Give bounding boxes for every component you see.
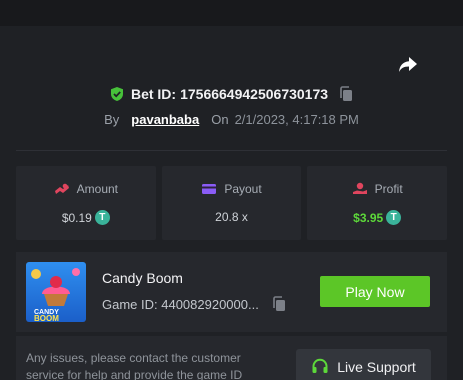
stat-profit: Profit $3.95 T — [307, 166, 448, 240]
game-card: CANDY BOOM Candy Boom Game ID: 440082920… — [16, 252, 447, 332]
support-text: Any issues, please contact the customer … — [26, 351, 243, 380]
game-logo-text-2: BOOM — [34, 314, 59, 322]
stats-row: Amount $0.19 T Payout 20.8 x Profit $3.9… — [16, 166, 448, 240]
share-button[interactable] — [396, 53, 420, 77]
amount-icon — [54, 182, 70, 196]
copy-bet-id-icon[interactable] — [338, 86, 354, 102]
stat-amount: Amount $0.19 T — [16, 166, 156, 240]
amount-label: Amount — [76, 182, 119, 196]
live-support-label: Live Support — [337, 359, 416, 375]
payout-value: 20.8 x — [215, 210, 248, 224]
share-icon — [399, 57, 417, 72]
support-card: Any issues, please contact the customer … — [16, 336, 447, 380]
profit-value: $3.95 — [353, 210, 384, 225]
tether-icon: T — [386, 210, 402, 225]
live-support-button[interactable]: Live Support — [296, 349, 431, 380]
username-link[interactable]: pavanbaba — [131, 112, 199, 127]
profit-icon — [352, 182, 368, 196]
by-label: By — [104, 111, 120, 127]
payout-label: Payout — [224, 182, 262, 196]
bet-date: 2/1/2023, 4:17:18 PM — [234, 111, 359, 127]
bet-detail-page: Bet ID: 1756664942506730173 By pavanbaba… — [0, 0, 463, 380]
bet-id-label: Bet ID: — [130, 86, 177, 102]
copy-game-id-icon[interactable] — [271, 296, 287, 312]
verified-shield-icon — [109, 86, 125, 102]
stat-payout: Payout 20.8 x — [161, 166, 302, 240]
on-label: On — [211, 111, 229, 127]
bet-id-row: Bet ID: 1756664942506730173 — [0, 84, 463, 104]
tether-icon: T — [94, 210, 110, 225]
game-name: Candy Boom — [102, 270, 183, 286]
game-id-row: Game ID: 440082920000... — [102, 296, 287, 312]
headset-icon — [311, 358, 329, 376]
game-id: Game ID: 440082920000... — [102, 296, 259, 312]
top-bar — [0, 0, 463, 26]
game-thumbnail[interactable]: CANDY BOOM — [26, 262, 86, 322]
divider — [16, 150, 447, 151]
bet-meta-row: By pavanbaba On 2/1/2023, 4:17:18 PM — [0, 110, 463, 128]
profit-label: Profit — [374, 182, 403, 196]
amount-value: $0.19 — [61, 210, 92, 225]
bet-id-value: 1756664942506730173 — [180, 86, 329, 102]
payout-card-icon — [201, 182, 217, 196]
play-now-button[interactable]: Play Now — [320, 276, 430, 307]
